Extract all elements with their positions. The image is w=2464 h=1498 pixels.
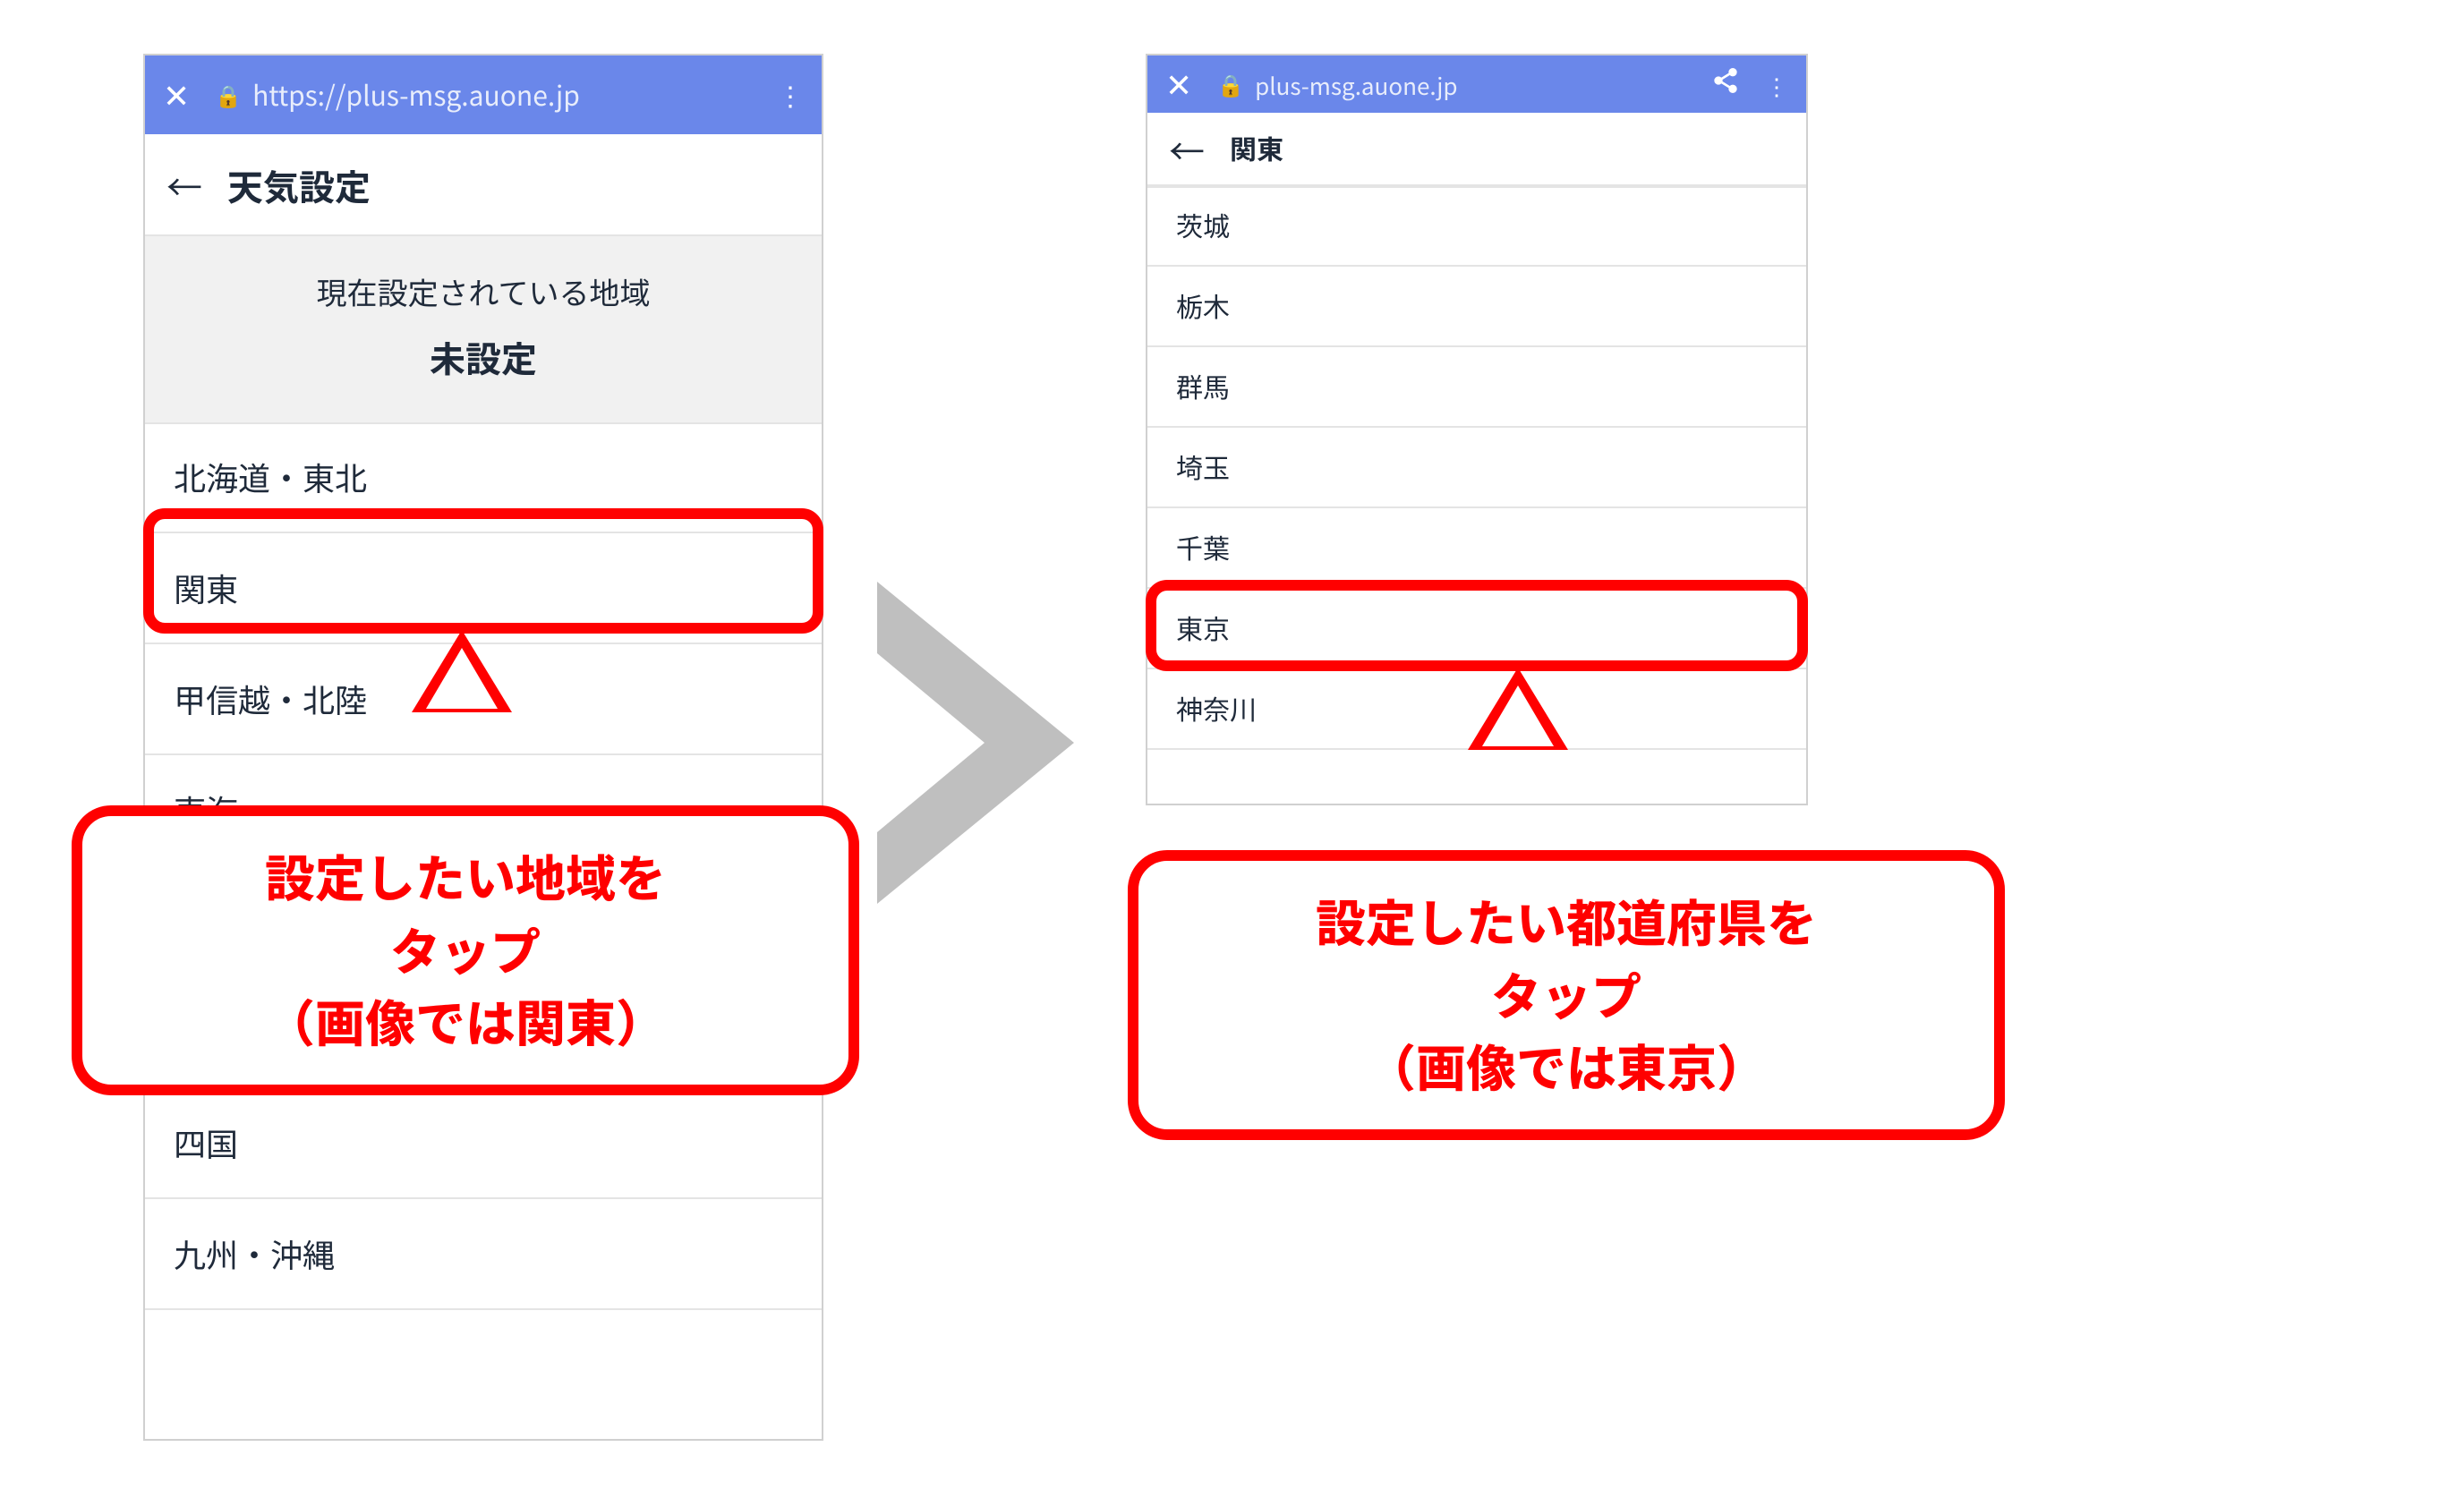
list-item[interactable]: 東京 — [1147, 589, 1806, 669]
callout-line: タップ — [1178, 958, 1955, 1031]
callout-line: タップ — [122, 914, 809, 986]
back-icon[interactable]: ← — [166, 158, 202, 210]
lock-icon: 🔒 — [1217, 69, 1244, 99]
page-header: ← 天気設定 — [145, 134, 822, 236]
more-icon[interactable]: ⋮ — [1765, 67, 1788, 101]
url-text: https://plus-msg.auone.jp — [252, 76, 580, 114]
current-region-label: 現在設定されている地域 — [145, 268, 822, 313]
close-icon[interactable]: ✕ — [163, 79, 190, 111]
browser-bar: ✕ 🔒 https://plus-msg.auone.jp ⋮ — [145, 55, 822, 134]
url-text: plus-msg.auone.jp — [1255, 67, 1457, 101]
page-title: 関東 — [1230, 130, 1283, 167]
phone-region-select: ✕ 🔒 https://plus-msg.auone.jp ⋮ ← 天気設定 現… — [143, 54, 823, 1441]
list-item[interactable]: 四国 — [145, 1088, 822, 1199]
list-item[interactable]: 埼玉 — [1147, 428, 1806, 508]
callout-line: 設定したい地域を — [122, 841, 809, 914]
list-item[interactable]: 群馬 — [1147, 347, 1806, 428]
current-region-block: 現在設定されている地域 未設定 — [145, 236, 822, 422]
instruction-callout: 設定したい地域を タップ （画像では関東） — [72, 805, 859, 1095]
page-title: 天気設定 — [227, 158, 371, 210]
instruction-callout: 設定したい都道府県を タップ （画像では東京） — [1128, 850, 2005, 1140]
list-item[interactable]: 関東 — [145, 533, 822, 644]
browser-bar: ✕ 🔒 plus-msg.auone.jp ⋮ — [1147, 55, 1806, 113]
step-arrow-icon — [877, 582, 1074, 904]
page-header: ← 関東 — [1147, 113, 1806, 186]
list-item[interactable]: 千葉 — [1147, 508, 1806, 589]
list-item[interactable]: 北海道・東北 — [145, 422, 822, 533]
close-icon[interactable]: ✕ — [1165, 68, 1192, 100]
back-icon[interactable]: ← — [1169, 123, 1205, 174]
list-item[interactable]: 九州・沖縄 — [145, 1199, 822, 1310]
callout-line: 設定したい都道府県を — [1178, 886, 1955, 958]
callout-line: （画像では関東） — [122, 986, 809, 1059]
share-icon[interactable] — [1711, 66, 1740, 102]
more-icon[interactable]: ⋮ — [777, 76, 804, 114]
list-item[interactable]: 茨城 — [1147, 186, 1806, 267]
current-region-value: 未設定 — [145, 331, 822, 383]
list-item[interactable]: 栃木 — [1147, 267, 1806, 347]
callout-line: （画像では東京） — [1178, 1031, 1955, 1103]
lock-icon: 🔒 — [215, 80, 242, 110]
